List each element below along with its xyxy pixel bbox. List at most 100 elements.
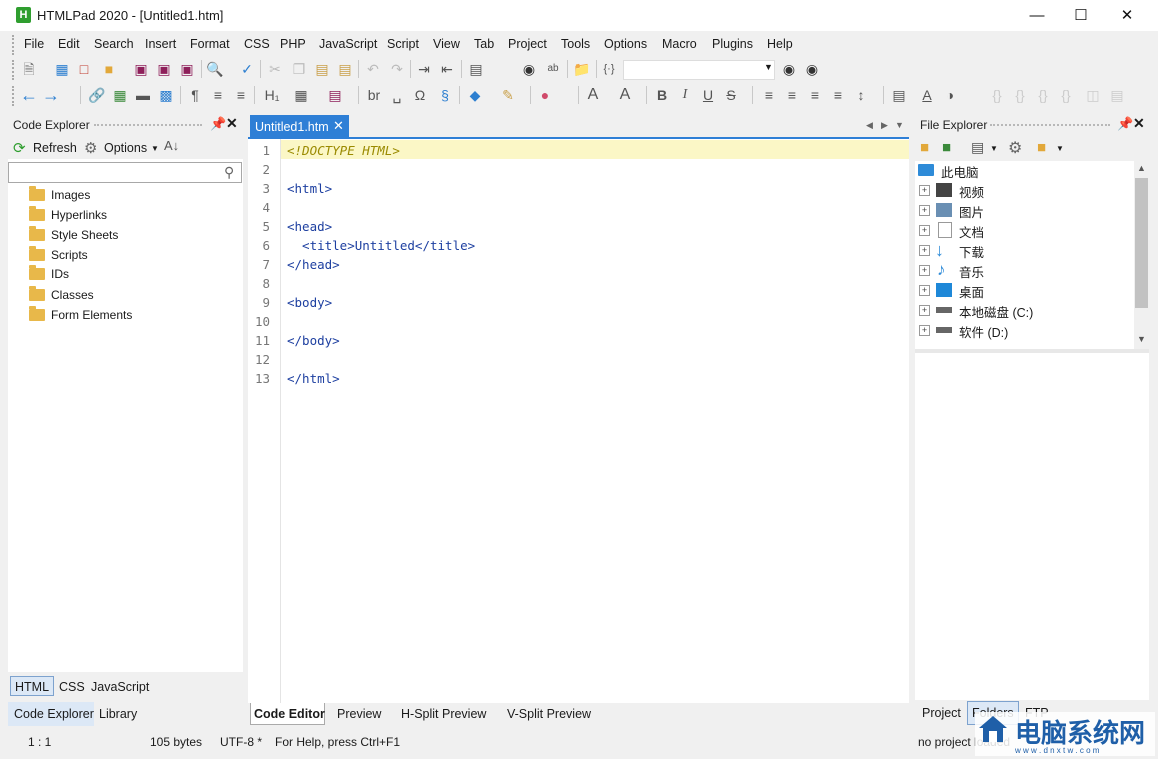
menu-grip[interactable] [12,35,17,55]
spellcheck-icon[interactable]: ✓ [238,60,256,78]
menu-macro[interactable]: Macro [662,37,697,51]
tab-html[interactable]: HTML [15,680,49,694]
tab-h-split-preview[interactable]: H-Split Preview [401,707,486,721]
close-panel-icon[interactable]: ✕ [226,115,238,132]
redo-icon[interactable]: ↷ [388,60,406,78]
expand-icon[interactable]: + [919,225,930,236]
tree-item-ids[interactable]: IDs [29,264,69,285]
toolbar-grip[interactable] [12,86,17,106]
outdent-icon[interactable]: ⇤ [438,60,456,78]
brace-collapse-icon[interactable]: {} [1057,86,1075,104]
gear-icon[interactable]: ⚙ [84,139,97,157]
hyperlink-icon[interactable]: 🔗 [88,86,106,104]
tab-code-explorer[interactable]: Code Explorer [14,707,94,721]
scroll-up-icon[interactable]: ▲ [1137,163,1146,173]
special-char-icon[interactable]: Ω [411,86,429,104]
search-icon[interactable]: ⚲ [224,164,234,181]
view-mode-icon[interactable]: ▤ [971,139,984,156]
menu-options[interactable]: Options [604,37,647,51]
cut-icon[interactable]: ✂ [266,60,284,78]
align-center-icon[interactable]: ≡ [783,86,801,104]
save-as-icon[interactable]: ▣ [155,60,173,78]
toolbar-grip[interactable] [12,60,17,80]
brace-nested-icon[interactable]: {} [1034,86,1052,104]
tab-code-editor[interactable]: Code Editor [254,707,325,721]
save-icon[interactable]: ▣ [132,60,150,78]
menu-tab[interactable]: Tab [474,37,494,51]
quick-search-combo[interactable] [623,60,775,80]
horizontal-rule-icon[interactable]: ▬ [134,86,152,104]
sort-icon[interactable]: A↓ [164,138,179,153]
tree-item-videos[interactable]: 视频 [959,182,984,201]
tab-scroll-left-icon[interactable]: ◀ [866,120,873,131]
menu-search[interactable]: Search [94,37,134,51]
tab-list-icon[interactable]: ▼ [895,120,904,130]
split-view-icon[interactable]: ◫ [1084,86,1102,104]
block-icon[interactable]: ▤ [890,86,908,104]
forward-arrow-icon[interactable]: → [42,86,60,104]
font-color-icon[interactable]: A [918,86,936,104]
tree-item-style-sheets[interactable]: Style Sheets [29,225,118,246]
tree-item-downloads[interactable]: 下载 [959,242,984,261]
align-left-icon[interactable]: ≡ [760,86,778,104]
find-icon[interactable]: 🔍 [206,60,224,78]
maximize-button[interactable]: ☐ [1058,0,1104,31]
replace-icon[interactable]: ab [544,60,562,78]
underline-icon[interactable]: U [699,86,717,104]
status-encoding[interactable]: UTF-8 * [220,735,262,749]
tab-project[interactable]: Project [922,706,961,720]
save-all-icon[interactable]: ▣ [178,60,196,78]
font-size-decrease-icon[interactable]: A [616,86,634,104]
new-pdf-icon[interactable]: □ [75,60,93,78]
comment-icon[interactable]: ▩ [157,86,175,104]
chevron-down-icon[interactable]: ▼ [990,144,998,153]
code-explorer-search-input[interactable] [8,162,242,183]
paragraph-icon[interactable]: ¶ [186,86,204,104]
form-icon[interactable]: ▤ [326,86,344,104]
tree-item-drive-d[interactable]: 软件 (D:) [959,322,1008,341]
chevron-down-icon[interactable]: ▼ [764,62,773,72]
scrollbar-thumb[interactable] [1135,178,1148,308]
menu-plugins[interactable]: Plugins [712,37,753,51]
menu-javascript[interactable]: JavaScript [319,37,377,51]
tab-v-split-preview[interactable]: V-Split Preview [507,707,591,721]
close-panel-icon[interactable]: ✕ [1133,115,1145,132]
window-layout-icon[interactable]: ▤ [467,60,485,78]
fill-color-icon[interactable]: ◑ [941,86,959,104]
line-spacing-icon[interactable]: ↕ [852,86,870,104]
tree-item-drive-c[interactable]: 本地磁盘 (C:) [959,302,1033,321]
code-editor[interactable] [248,139,909,703]
tree-item-scripts[interactable]: Scripts [29,245,88,266]
expand-icon[interactable]: + [919,245,930,256]
bullet-list-icon[interactable]: ≡ [209,86,227,104]
tree-item-hyperlinks[interactable]: Hyperlinks [29,205,107,226]
new-folder-icon[interactable]: ■ [942,139,951,156]
nbsp-icon[interactable]: ␣ [388,86,406,104]
undo-icon[interactable]: ↶ [364,60,382,78]
tree-item-desktop[interactable]: 桌面 [959,282,984,301]
copy-icon[interactable]: ❐ [290,60,308,78]
tree-root-this-pc[interactable]: 此电脑 [941,162,979,181]
color-picker-icon[interactable]: ● [536,86,554,104]
menu-css[interactable]: CSS [244,37,270,51]
tree-item-form-elements[interactable]: Form Elements [29,305,132,326]
heading-icon[interactable]: H₁ [260,86,284,104]
tree-item-pictures[interactable]: 图片 [959,202,984,221]
back-arrow-icon[interactable]: ← [20,86,38,104]
tag-icon[interactable]: ◆ [466,86,484,104]
css-style-icon[interactable]: § [436,86,454,104]
expand-icon[interactable]: + [919,185,930,196]
tab-library[interactable]: Library [99,707,137,721]
brace-icon[interactable]: {} [988,86,1006,104]
tree-item-classes[interactable]: Classes [29,285,94,306]
find-previous-icon[interactable]: ◉ [803,60,821,78]
pin-icon[interactable]: 📌 [1117,116,1133,132]
menu-edit[interactable]: Edit [58,37,80,51]
folder-up-icon[interactable]: ■ [920,139,929,156]
indent-icon[interactable]: ⇥ [415,60,433,78]
refresh-icon[interactable]: ⟳ [13,139,26,157]
tab-javascript[interactable]: JavaScript [91,680,149,694]
table-icon[interactable]: ▦ [292,86,310,104]
options-button[interactable]: Options [104,141,147,155]
paste-icon[interactable]: ▤ [313,60,331,78]
